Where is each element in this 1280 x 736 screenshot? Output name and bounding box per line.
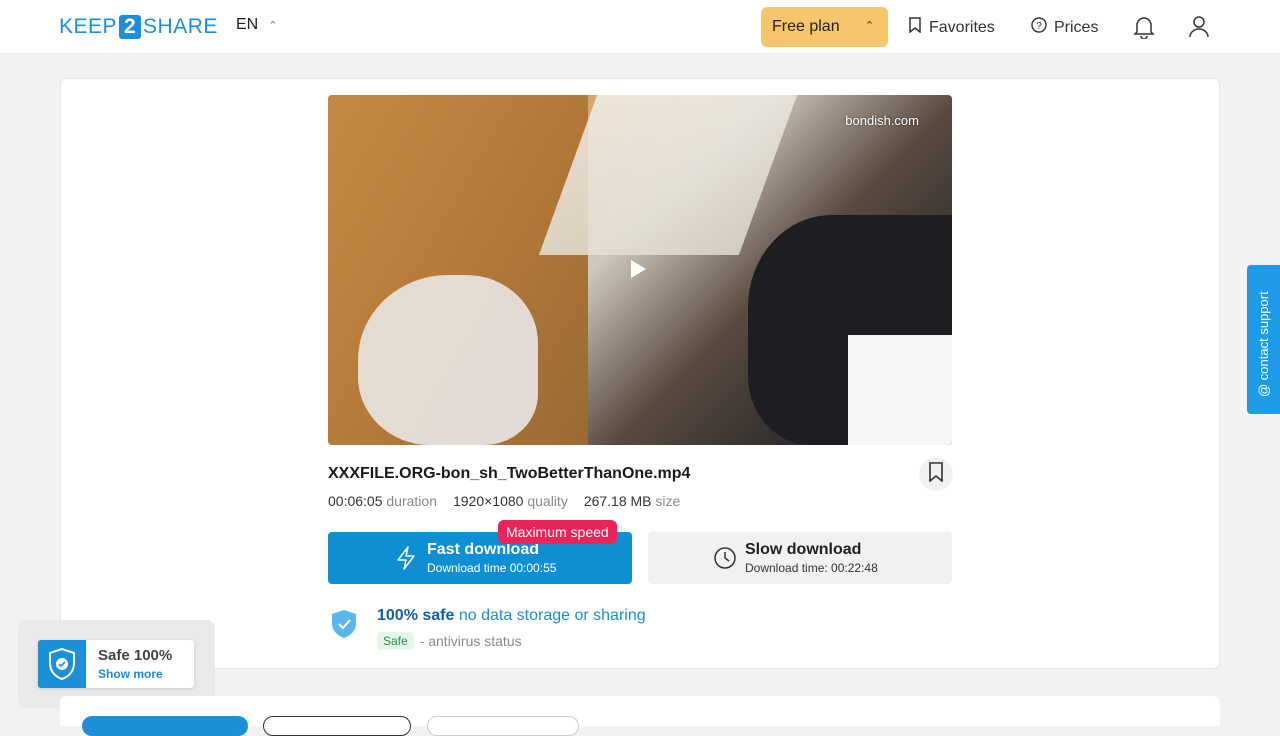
chevron-up-icon: ⌃ xyxy=(864,20,874,32)
add-to-favorites-button[interactable] xyxy=(919,457,953,491)
safety-headline-light: no data storage or sharing xyxy=(458,607,646,624)
plan-label: Free plan xyxy=(772,18,840,35)
play-icon[interactable] xyxy=(631,260,646,278)
top-header: KEEP 2 SHARE EN ⌃ Free plan ⌃ Favorites … xyxy=(0,0,1280,54)
prices-link[interactable]: ? Prices xyxy=(1031,17,1098,38)
clock-icon xyxy=(713,546,737,575)
lower-tab[interactable] xyxy=(427,716,579,736)
slow-download-time: Download time: 00:22:48 xyxy=(745,561,878,575)
contact-support-label: @ contact support xyxy=(1256,291,1271,397)
user-icon[interactable] xyxy=(1188,15,1210,44)
favorites-label: Favorites xyxy=(929,18,995,36)
free-plan-button[interactable]: Free plan ⌃ xyxy=(761,7,888,47)
slow-download-button[interactable]: Slow download Download time: 00:22:48 xyxy=(648,532,952,584)
duration-value: 00:06:05 xyxy=(328,493,383,509)
video-frame-window xyxy=(848,335,952,445)
chevron-up-icon: ⌃ xyxy=(268,19,278,32)
shield-check-icon xyxy=(38,640,86,688)
fast-download-time: Download time 00:00:55 xyxy=(427,561,557,575)
duration-unit: duration xyxy=(386,493,437,509)
size-value: 267.18 MB xyxy=(583,493,652,509)
size-meta: 267.18 MB size xyxy=(584,493,681,509)
shield-check-icon xyxy=(330,609,358,644)
contact-support-tab[interactable]: @ contact support xyxy=(1247,265,1280,414)
quality-meta: 1920×1080 quality xyxy=(453,493,568,509)
safety-headline-strong: 100% safe xyxy=(377,607,455,624)
video-watermark: bondish.com xyxy=(845,113,919,128)
lower-tab[interactable] xyxy=(263,716,411,736)
duration-meta: 00:06:05 duration xyxy=(328,493,437,509)
lightning-icon xyxy=(395,546,417,575)
safety-headline: 100% safe no data storage or sharing xyxy=(377,607,646,625)
favorites-link[interactable]: Favorites xyxy=(908,17,995,38)
antivirus-status: Safe - antivirus status xyxy=(377,632,522,650)
bookmark-icon xyxy=(908,17,922,38)
bell-icon[interactable] xyxy=(1133,15,1155,44)
maximum-speed-badge: Maximum speed xyxy=(498,520,617,544)
video-frame-figure xyxy=(358,275,538,445)
logo-text-mid: 2 xyxy=(119,15,142,39)
language-selector[interactable]: EN ⌃ xyxy=(236,16,277,34)
bookmark-icon xyxy=(928,461,944,487)
quality-value: 1920×1080 xyxy=(452,493,524,509)
prices-label: Prices xyxy=(1054,18,1099,36)
show-more-link[interactable]: Show more xyxy=(98,667,163,681)
language-label: EN xyxy=(236,16,259,33)
slow-download-label: Slow download xyxy=(745,541,862,558)
help-circle-icon: ? xyxy=(1031,17,1047,38)
svg-text:?: ? xyxy=(1036,21,1042,32)
lower-tab[interactable] xyxy=(82,716,248,736)
antivirus-status-text: - antivirus status xyxy=(419,633,522,649)
logo-text-right: SHARE xyxy=(143,15,218,38)
logo-text-left: KEEP xyxy=(59,15,118,38)
file-name: XXXFILE.ORG-bon_sh_TwoBetterThanOne.mp4 xyxy=(328,465,691,482)
file-meta: 00:06:05 duration 1920×1080 quality 267.… xyxy=(328,493,680,509)
safe-widget[interactable]: Safe 100% Show more xyxy=(38,640,194,688)
video-preview[interactable]: bondish.com xyxy=(328,95,952,445)
keep2share-logo[interactable]: KEEP 2 SHARE xyxy=(59,14,218,40)
safe-tag: Safe xyxy=(377,632,414,650)
quality-unit: quality xyxy=(527,493,568,509)
size-unit: size xyxy=(655,493,681,509)
safe-widget-title: Safe 100% xyxy=(98,647,173,664)
